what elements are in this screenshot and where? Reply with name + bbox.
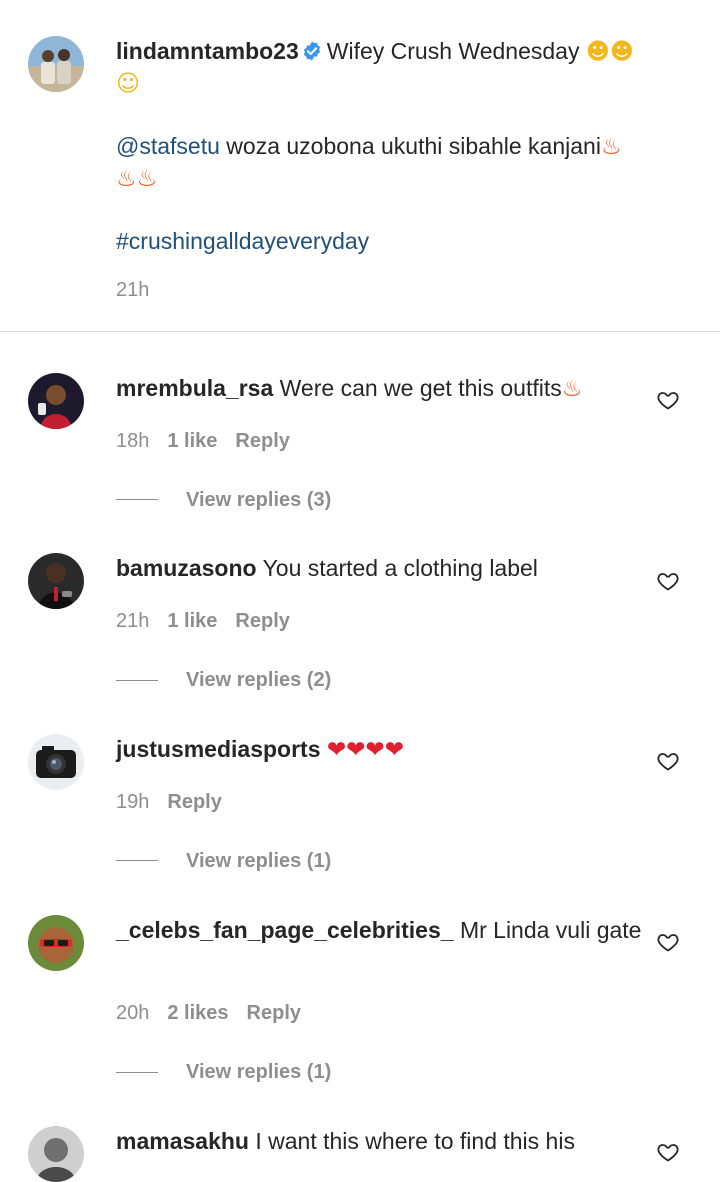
reply-button[interactable]: Reply bbox=[167, 791, 221, 813]
comment-username[interactable]: bamuzasono bbox=[116, 555, 257, 581]
caption-username[interactable]: lindamntambo23 bbox=[116, 38, 299, 64]
comment-username[interactable]: mamasakhu bbox=[116, 1128, 249, 1154]
mention-link[interactable]: @stafsetu bbox=[116, 133, 220, 159]
view-replies-button[interactable]: View replies (3) bbox=[186, 489, 331, 512]
hashtag-link[interactable]: #crushingalldayeveryday bbox=[116, 228, 369, 254]
comment-text: justusmediasports ❤❤❤❤ bbox=[116, 734, 676, 766]
comment-meta: 19h Reply bbox=[116, 791, 240, 814]
caption-body: Wifey Crush Wednesday bbox=[326, 38, 580, 64]
comment-time: 20h bbox=[116, 1002, 150, 1024]
avatar[interactable] bbox=[28, 373, 84, 429]
view-replies-line bbox=[116, 499, 158, 500]
fire-emoji: ♨ bbox=[561, 376, 583, 402]
comment-body: Were can we get this outfits bbox=[279, 375, 562, 401]
comment-text: bamuzasono You started a clothing label bbox=[116, 553, 676, 584]
comment-text: mamasakhu I want this where to find this… bbox=[116, 1126, 676, 1157]
reply-button[interactable]: Reply bbox=[235, 610, 289, 632]
comment-body: Mr Linda vuli gate bbox=[459, 917, 642, 943]
caption-meta: 21h bbox=[116, 279, 167, 302]
heart-outline-icon[interactable] bbox=[656, 1140, 680, 1164]
reply-button[interactable]: Reply bbox=[247, 1002, 301, 1024]
smiling-hearts-emoji: ☻ bbox=[585, 39, 610, 65]
heart-outline-icon[interactable] bbox=[656, 930, 680, 954]
comment-body: You started a clothing label bbox=[262, 555, 538, 581]
comment-meta: 20h 2 likes Reply bbox=[116, 1002, 319, 1025]
comment-meta: 18h 1 like Reply bbox=[116, 430, 308, 453]
reply-button[interactable]: Reply bbox=[235, 430, 289, 452]
comment-username[interactable]: justusmediasports bbox=[116, 736, 321, 762]
fire-emoji: ♨ bbox=[116, 166, 137, 192]
view-replies-line bbox=[116, 860, 158, 861]
view-replies-button[interactable]: View replies (1) bbox=[186, 1061, 331, 1084]
fire-emoji: ♨ bbox=[136, 166, 158, 192]
avatar[interactable] bbox=[28, 734, 84, 790]
avatar[interactable] bbox=[28, 1126, 84, 1182]
heart-eyes-emoji: ☻ bbox=[609, 39, 634, 65]
kissing-face-emoji: ☺ bbox=[116, 71, 140, 97]
heart-outline-icon[interactable] bbox=[656, 569, 680, 593]
caption-avatar[interactable] bbox=[28, 36, 84, 92]
comment-time: 21h bbox=[116, 610, 150, 632]
avatar[interactable] bbox=[28, 553, 84, 609]
comment-likes[interactable]: 2 likes bbox=[167, 1002, 228, 1024]
comment-username[interactable]: mrembula_rsa bbox=[116, 375, 273, 401]
comment-likes[interactable]: 1 like bbox=[167, 430, 217, 452]
post-caption: lindamntambo23 Wifey Crush Wednesday ☻☻ ☺ … bbox=[0, 0, 720, 331]
heart-outline-icon[interactable] bbox=[656, 749, 680, 773]
comment-meta: 21h 1 like Reply bbox=[116, 610, 308, 633]
comment-time: 18h bbox=[116, 430, 150, 452]
comment-text: _celebs_fan_page_celebrities_ Mr Linda v… bbox=[116, 915, 676, 946]
view-replies-line bbox=[116, 1072, 158, 1073]
comment-text: mrembula_rsa Were can we get this outfit… bbox=[116, 373, 676, 405]
divider bbox=[0, 331, 720, 332]
comment-username[interactable]: _celebs_fan_page_celebrities_ bbox=[116, 917, 454, 943]
comment-body: I want this where to find this his bbox=[255, 1128, 575, 1154]
comment-time: 19h bbox=[116, 791, 150, 813]
avatar[interactable] bbox=[28, 915, 84, 971]
view-replies-button[interactable]: View replies (2) bbox=[186, 669, 331, 692]
verified-badge-icon bbox=[301, 39, 323, 61]
red-heart-emoji: ❤❤❤❤ bbox=[326, 737, 404, 763]
mention-text: woza uzobona ukuthi sibahle kanjani bbox=[226, 133, 601, 159]
view-replies-line bbox=[116, 680, 158, 681]
caption-time: 21h bbox=[116, 279, 150, 301]
heart-outline-icon[interactable] bbox=[656, 388, 680, 412]
comment-likes[interactable]: 1 like bbox=[167, 610, 217, 632]
caption-text: lindamntambo23 Wifey Crush Wednesday ☻☻ ☺ … bbox=[116, 36, 676, 257]
view-replies-button[interactable]: View replies (1) bbox=[186, 850, 331, 873]
fire-emoji: ♨ bbox=[600, 134, 622, 160]
